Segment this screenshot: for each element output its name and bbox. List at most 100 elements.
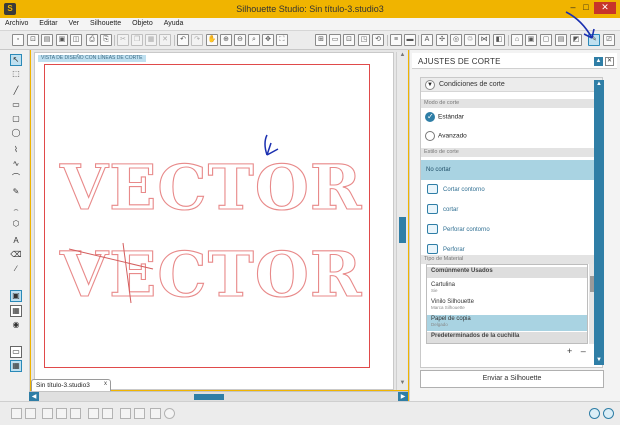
delete-icon[interactable]: ✕ [159, 34, 171, 46]
panel-scrollbar[interactable]: ▲ ▼ [594, 80, 604, 365]
cut-mode-standard[interactable]: Estándar [425, 112, 464, 124]
copy-icon[interactable]: ❐ [131, 34, 143, 46]
radio-unchecked-icon[interactable] [425, 131, 435, 141]
duplicate-icon[interactable] [42, 408, 53, 419]
rectangle-icon[interactable]: ▭ [10, 99, 22, 111]
group-icon[interactable] [56, 408, 67, 419]
ungroup-icon[interactable] [70, 408, 81, 419]
smooth-freehand-icon[interactable]: ⌢ [10, 204, 22, 216]
maximize-button[interactable]: □ [580, 2, 592, 14]
transform-icon[interactable]: ✣ [436, 34, 448, 46]
open-library-icon[interactable]: ▤ [41, 34, 53, 46]
help-icon[interactable] [603, 408, 614, 419]
page-setup-icon[interactable]: ▭ [329, 34, 341, 46]
zoom-out-icon[interactable]: ⊖ [234, 34, 246, 46]
vector-word-1[interactable]: VECTOR [58, 150, 362, 224]
select-icon[interactable]: ↖ [10, 54, 22, 66]
document-tab[interactable]: Sin título-3.studio3 x [31, 379, 111, 391]
save-icon[interactable]: ▣ [56, 34, 68, 46]
knife-icon[interactable]: ∕ [10, 263, 22, 275]
panel-close-icon[interactable]: ✕ [605, 57, 614, 66]
document-tab-close[interactable]: x [104, 381, 107, 387]
eraser-icon[interactable]: ⌫ [10, 249, 22, 261]
send-back-icon[interactable] [134, 408, 145, 419]
paste-icon[interactable]: ▦ [145, 34, 157, 46]
vertical-scroll-thumb[interactable] [399, 217, 406, 243]
material-item[interactable]: Vinilo Silhouette Marca Silhouette [427, 298, 587, 311]
panel-scroll-down-icon[interactable]: ▼ [594, 356, 604, 365]
text-icon[interactable]: A [10, 235, 22, 247]
minimize-button[interactable]: – [567, 2, 579, 14]
menu-editar[interactable]: Editar [34, 18, 61, 27]
material-category[interactable]: Predeterminados de la cuchilla [427, 332, 587, 343]
design-workspace[interactable]: VISTA DE DISEÑO CON LÍNEAS DE CORTE VECT… [31, 50, 408, 390]
scroll-up-icon[interactable]: ▲ [397, 52, 408, 61]
radio-checked-icon[interactable] [425, 112, 435, 122]
view-page-icon[interactable]: ▣ [10, 290, 22, 302]
cut-style-cut[interactable]: cortar [421, 200, 602, 220]
replicate-icon[interactable]: ⟲ [372, 34, 384, 46]
horizontal-scrollbar[interactable]: ◀ ▶ [29, 391, 408, 402]
line-style-icon[interactable]: ≡ [390, 34, 402, 46]
redo-icon[interactable]: ↷ [191, 34, 203, 46]
text-style-icon[interactable]: A [421, 34, 433, 46]
cut-conditions-header[interactable]: ▼ Condiciones de corte [421, 78, 602, 92]
machine-icon[interactable]: ⎚ [603, 34, 615, 46]
menu-ver[interactable]: Ver [64, 18, 84, 27]
cut-settings-icon[interactable]: ◳ [358, 34, 370, 46]
move-view-icon[interactable]: ✥ [262, 34, 274, 46]
panel-scroll-up-icon[interactable]: ▲ [594, 80, 604, 89]
undo-icon[interactable]: ↶ [177, 34, 189, 46]
deselect-icon[interactable] [25, 408, 36, 419]
curve-icon[interactable]: ∿ [10, 158, 22, 170]
menu-ayuda[interactable]: Ayuda [159, 18, 188, 27]
send-to-silhouette-icon[interactable]: ✎ [588, 34, 600, 46]
library-icon[interactable]: ▣ [525, 34, 537, 46]
weld-icon[interactable]: ⋈ [478, 34, 490, 46]
release-compound-icon[interactable] [102, 408, 113, 419]
add-material-button[interactable]: + [567, 346, 572, 356]
settings-gear-icon[interactable] [589, 408, 600, 419]
zoom-box-icon[interactable]: ⌕ [248, 34, 260, 46]
view-grid-icon[interactable]: ◉ [10, 319, 22, 331]
material-category[interactable]: Comúnmente Usados [427, 267, 587, 278]
material-item-selected[interactable]: Papel de copia Delgado [427, 315, 587, 331]
line-icon[interactable]: ╱ [10, 85, 22, 97]
material-list[interactable]: Comúnmente Usados Cartulina Sie Vinilo S… [426, 264, 588, 344]
polygon-icon[interactable]: ⌇ [10, 144, 22, 156]
ellipse-icon[interactable]: ◯ [10, 127, 22, 139]
point-edit-icon[interactable]: ⬚ [10, 68, 22, 80]
fit-page-icon[interactable]: ⛶ [276, 34, 288, 46]
modify-icon[interactable]: ◧ [493, 34, 505, 46]
arc-icon[interactable]: ⌒ [10, 172, 22, 184]
select-all-icon[interactable] [11, 408, 22, 419]
make-compound-icon[interactable] [88, 408, 99, 419]
zoom-in-icon[interactable]: ⊕ [220, 34, 232, 46]
remove-material-button[interactable]: – [581, 346, 586, 356]
store-icon[interactable]: ⌂ [511, 34, 523, 46]
cut-style-cut-edge[interactable]: Cortar contorno [421, 180, 602, 200]
trace-icon[interactable]: ♲ [464, 34, 476, 46]
chevron-down-icon[interactable]: ▼ [425, 80, 435, 90]
bring-front-icon[interactable] [120, 408, 131, 419]
open-icon[interactable]: ⊡ [27, 34, 39, 46]
cut-style-perforate-edge[interactable]: Perforar contorno [421, 220, 602, 240]
rounded-rectangle-icon[interactable]: ▢ [10, 113, 22, 125]
lock-icon[interactable] [150, 408, 161, 419]
cut-style-no-cut[interactable]: No cortar [421, 160, 602, 180]
registration-icon[interactable]: ⊡ [343, 34, 355, 46]
cut-mode-advanced[interactable]: Avanzado [425, 131, 467, 143]
fill-icon[interactable]: ▬ [404, 34, 416, 46]
print-cut-icon[interactable]: ⎘ [100, 34, 112, 46]
close-button[interactable]: ✕ [594, 2, 616, 14]
horizontal-scroll-thumb[interactable] [194, 394, 224, 400]
view-cut-mat-icon[interactable]: ▦ [10, 305, 22, 317]
freehand-icon[interactable]: ✎ [10, 186, 22, 198]
vector-word-2[interactable]: VECTOR [58, 237, 362, 311]
menu-archivo[interactable]: Archivo [0, 18, 32, 27]
print-icon[interactable]: ⎙ [86, 34, 98, 46]
trash-icon[interactable] [164, 408, 175, 419]
design-page[interactable]: VISTA DE DISEÑO CON LÍNEAS DE CORTE VECT… [34, 52, 394, 390]
new-icon[interactable]: ▫ [12, 34, 24, 46]
design-view-icon[interactable]: ▢ [540, 34, 552, 46]
